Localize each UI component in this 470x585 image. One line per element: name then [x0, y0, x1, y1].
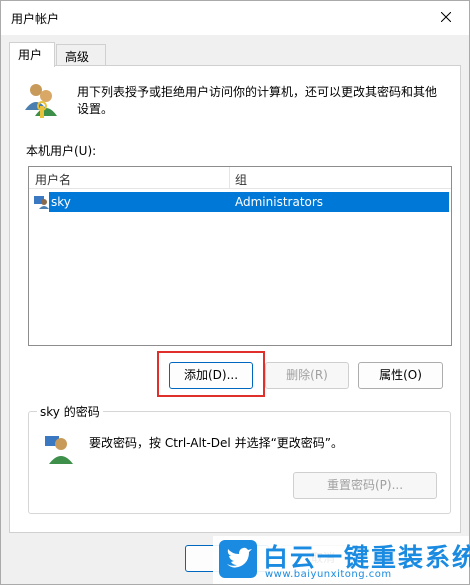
add-button[interactable]: 添加(D)... — [169, 362, 253, 389]
reset-password-button[interactable]: 重置密码(P)... — [293, 472, 437, 499]
user-accounts-dialog: 用户帐户 用户 高级 用下列表授予或拒绝用户访问你的计算机，还可以更改其密码和其… — [0, 0, 470, 585]
user-row-icon — [33, 193, 49, 212]
description-text: 用下列表授予或拒绝用户访问你的计算机，还可以更改其密码和其他设置。 — [77, 85, 438, 116]
properties-button[interactable]: 属性(O) — [358, 362, 443, 389]
password-group: sky 的密码 要改密码，按 Ctrl-Alt-Del 并选择“更改密码”。 重… — [28, 403, 451, 514]
group-cell: Administrators — [235, 195, 324, 209]
twitter-bird-icon — [219, 540, 257, 581]
users-tab-panel: 用下列表授予或拒绝用户访问你的计算机，还可以更改其密码和其他设置。 本机用户(U… — [9, 65, 461, 533]
tab-advanced[interactable]: 高级 — [56, 44, 106, 66]
password-instructions: 要改密码，按 Ctrl-Alt-Del 并选择“更改密码”。 — [89, 436, 344, 450]
password-group-title: sky 的密码 — [37, 403, 103, 420]
user-password-icon — [43, 432, 75, 467]
remove-button[interactable]: 删除(R) — [265, 362, 349, 389]
users-icon — [22, 80, 62, 123]
close-button[interactable] — [423, 1, 469, 35]
watermark-url: www.baiyunxitong.com — [265, 569, 392, 580]
watermark: 白云一键重装系统 www.baiyunxitong.com — [213, 536, 470, 584]
username-cell: sky — [51, 195, 71, 209]
table-row[interactable]: sky Administrators — [49, 192, 449, 212]
window-title: 用户帐户 — [11, 12, 60, 26]
column-header-username[interactable]: 用户名 — [35, 171, 71, 188]
users-list[interactable]: 用户名 组 sky Administrators — [28, 166, 452, 346]
tab-users[interactable]: 用户 — [9, 42, 55, 67]
list-header: 用户名 组 — [29, 167, 451, 189]
column-divider[interactable] — [229, 167, 230, 189]
column-header-group[interactable]: 组 — [235, 171, 247, 188]
close-icon — [440, 11, 452, 25]
local-users-label: 本机用户(U): — [26, 144, 97, 158]
title-bar: 用户帐户 — [1, 1, 469, 35]
